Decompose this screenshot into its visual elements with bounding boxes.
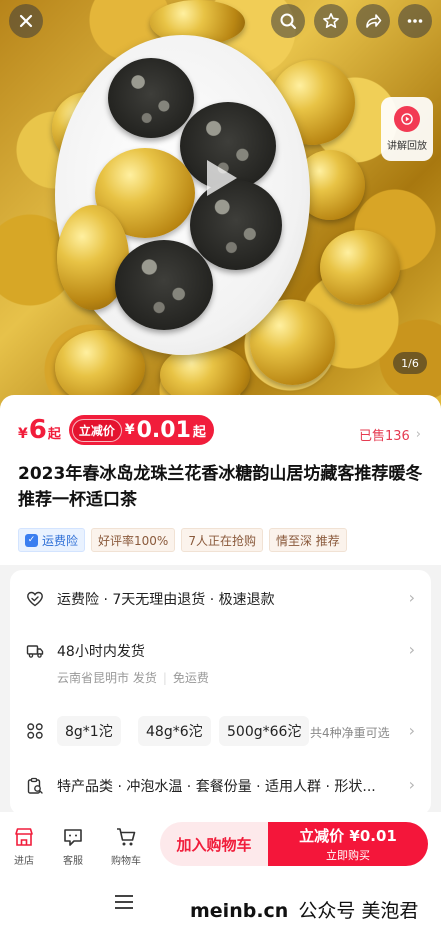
service-row[interactable]: 运费险 · 7天无理由退货 · 极速退款 › [10, 588, 431, 610]
deal-price-pill: 立减价 ¥ 0.01 起 [68, 415, 214, 445]
price: ¥ 6 起 [18, 415, 61, 445]
customer-service-button[interactable]: 客服 [51, 826, 95, 867]
product-title: 2023年春冰岛龙珠兰花香冰糖韵山居坊藏客推荐暖冬推荐一杯适口茶 [18, 464, 423, 510]
deal-unit: 起 [192, 424, 206, 440]
heart-shield-icon [27, 591, 43, 607]
chat-icon [64, 829, 82, 846]
tag-list: ✓ 运费险 好评率100% 7人正在抢购 情至深 推荐 [18, 528, 347, 552]
chevron-right-icon: › [415, 427, 421, 442]
tea-ball [108, 58, 194, 138]
sold-count-text: 已售136 [358, 429, 410, 444]
params-text: 特产品类 · 冲泡水温 · 套餐份量 · 适用人群 · 形状... [57, 779, 376, 795]
watermark: meinb.cn 公众号 美泡君 [190, 896, 418, 923]
cart-button[interactable]: 购物车 [104, 826, 148, 867]
price-row: ¥ 6 起 立减价 ¥ 0.01 起 [18, 415, 214, 445]
tag-rating: 好评率100% [91, 528, 176, 552]
deal-label: 立减价 [71, 418, 122, 442]
service-text: 运费险 · 7天无理由退货 · 极速退款 [57, 592, 275, 608]
system-nav-bar: meinb.cn 公众号 美泡君 [0, 877, 441, 933]
spec-note: 共4种净重可选 [310, 726, 390, 740]
params-row[interactable]: 特产品类 · 冲泡水温 · 套餐份量 · 适用人群 · 形状... › [10, 775, 431, 797]
shipping-from: 云南省昆明市 发货 [57, 671, 157, 685]
chevron-right-icon: › [408, 775, 415, 794]
shipping-origin: 云南省昆明市 发货 | 免运费 [57, 671, 209, 685]
shipping-time: 48小时内发货 [57, 644, 145, 660]
buy-now-label: 立即购买 [326, 849, 370, 862]
store-icon [15, 828, 33, 846]
tag-recommend: 情至深 推荐 [268, 528, 347, 552]
gold-tea-ball [320, 230, 400, 305]
shipping-fee: 免运费 [172, 671, 209, 685]
deal-value: 0.01 [136, 417, 191, 443]
tag-insurance[interactable]: ✓ 运费险 [18, 528, 86, 552]
play-icon[interactable] [207, 160, 237, 196]
product-summary-card: ¥ 6 起 立减价 ¥ 0.01 起 已售136 › 2023年春冰岛龙珠兰花香… [0, 395, 441, 565]
chevron-right-icon: › [408, 721, 415, 740]
close-icon[interactable] [9, 4, 43, 38]
service-label: 客服 [63, 856, 83, 867]
tag-insurance-label: 运费险 [42, 533, 79, 548]
star-icon[interactable] [314, 4, 348, 38]
truck-icon [26, 645, 44, 658]
product-image-carousel[interactable]: 讲解回放 1/6 [0, 0, 441, 410]
shipping-row[interactable]: 48小时内发货 云南省昆明市 发货 | 免运费 › [10, 640, 431, 685]
watermark-account: 公众号 美泡君 [298, 900, 419, 922]
cart-label: 购物车 [111, 856, 141, 867]
chevron-right-icon: › [408, 640, 415, 659]
clipboard-search-icon [27, 777, 43, 794]
price-unit: 起 [47, 427, 61, 442]
store-button[interactable]: 进店 [2, 826, 46, 867]
spec-option[interactable]: 500g*66沱 [219, 716, 310, 746]
add-to-cart-button[interactable]: 加入购物车 [160, 822, 268, 866]
replay-label: 讲解回放 [387, 141, 427, 152]
spec-row[interactable]: 8g*1沱 48g*6沱 500g*66沱 共4种净重可选 › [10, 716, 431, 746]
menu-icon[interactable] [115, 895, 133, 909]
replay-button[interactable]: 讲解回放 [381, 97, 433, 161]
price-currency: ¥ [18, 426, 28, 442]
buy-price-label: 立减价 ¥0.01 [299, 827, 397, 845]
tea-ball [115, 240, 213, 330]
buy-now-button[interactable]: 立减价 ¥0.01 立即购买 [268, 822, 428, 866]
more-icon[interactable] [398, 4, 432, 38]
spec-option[interactable]: 48g*6沱 [138, 716, 211, 746]
product-info-card: 运费险 · 7天无理由退货 · 极速退款 › 48小时内发货 云南省昆明市 发货… [10, 570, 431, 815]
watermark-site: meinb.cn [190, 900, 289, 922]
price-value: 6 [28, 415, 47, 445]
search-icon[interactable] [271, 4, 305, 38]
page-indicator: 1/6 [393, 352, 427, 374]
deal-currency: ¥ [124, 422, 135, 438]
grid-icon [27, 723, 43, 739]
share-icon[interactable] [356, 4, 390, 38]
shield-check-icon: ✓ [25, 533, 38, 547]
bottom-action-bar: 进店 客服 购物车 加入购物车 立减价 ¥0.01 立即购买 [0, 812, 441, 877]
replay-icon [394, 106, 420, 132]
cart-icon [117, 828, 136, 846]
sold-count[interactable]: 已售136 › [359, 425, 421, 444]
spec-option[interactable]: 8g*1沱 [57, 716, 121, 746]
tag-buying: 7人正在抢购 [181, 528, 263, 552]
store-label: 进店 [14, 856, 34, 867]
chevron-right-icon: › [408, 588, 415, 607]
